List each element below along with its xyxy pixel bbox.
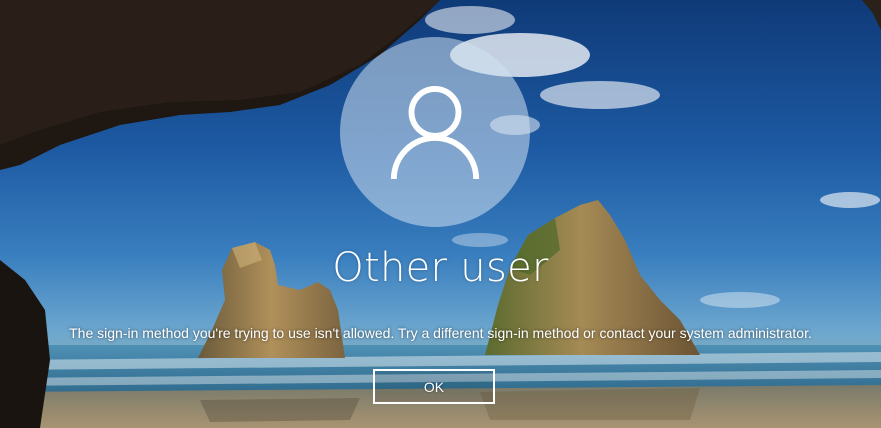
ok-button[interactable]: OK	[373, 369, 495, 404]
lock-screen: Other user The sign-in method you're try…	[0, 0, 881, 428]
user-silhouette-icon	[390, 85, 480, 180]
sign-in-error-message: The sign-in method you're trying to use …	[69, 325, 812, 341]
user-avatar	[340, 37, 530, 227]
user-name: Other user	[332, 245, 549, 291]
